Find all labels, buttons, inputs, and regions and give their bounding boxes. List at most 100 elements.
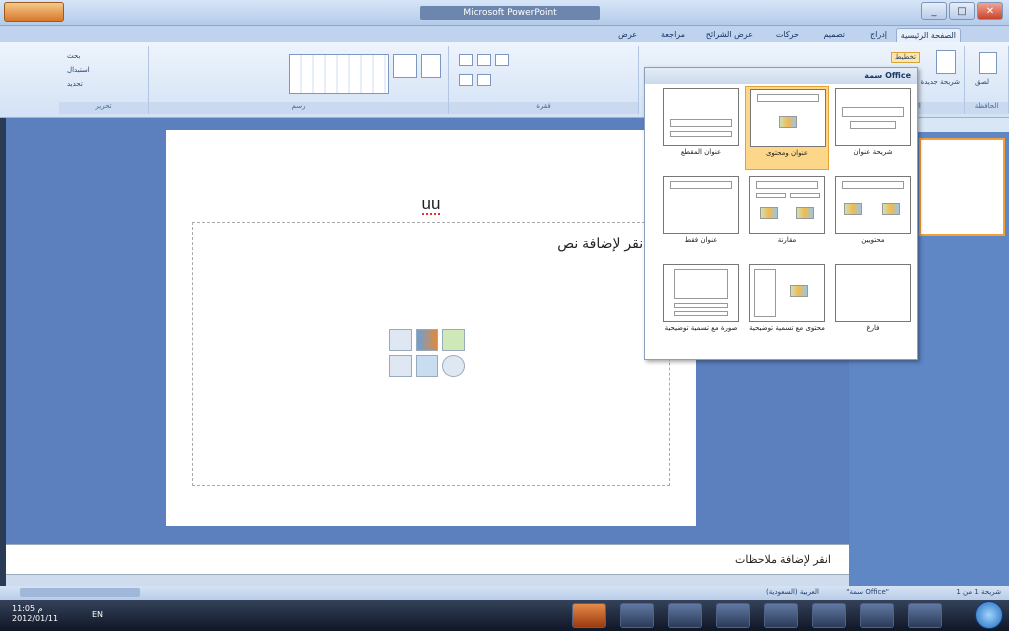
paragraph-group: فقرة: [449, 46, 639, 114]
layout-button[interactable]: تخطيط: [891, 52, 920, 63]
layout-label: صورة مع تسمية توضيحية: [664, 324, 738, 332]
layout-blank[interactable]: فارغ: [831, 262, 915, 346]
align-right-icon[interactable]: [495, 54, 509, 66]
slide-title[interactable]: uu: [166, 194, 696, 215]
layout-gallery: سمة Office شريحة عنوان عنوان ومحتوى عنوا…: [644, 67, 918, 360]
horizontal-scrollbar[interactable]: [6, 574, 849, 586]
status-slide-info: شريحة 1 من 1: [956, 588, 1001, 596]
taskbar-clock[interactable]: 11:05 م 2012/01/11: [12, 604, 58, 624]
paragraph-group-label: فقرة: [449, 102, 638, 114]
layout-content-caption[interactable]: محتوى مع تسمية توضيحية: [745, 262, 829, 346]
window-controls: _ □ ✕: [921, 2, 1003, 20]
layout-title-slide[interactable]: شريحة عنوان: [831, 86, 915, 170]
zoom-slider[interactable]: [20, 588, 140, 597]
numbering-icon[interactable]: [477, 74, 491, 86]
layout-comparison[interactable]: مقارنة: [745, 174, 829, 258]
window-title: Microsoft PowerPoint: [420, 6, 600, 20]
align-left-icon[interactable]: [459, 54, 473, 66]
taskbar-app-icon[interactable]: [668, 603, 702, 628]
layout-preview: [835, 264, 911, 322]
layout-label: محتوى مع تسمية توضيحية: [749, 324, 825, 332]
status-bar: العربية (السعودية) "سمة Office" شريحة 1 …: [0, 586, 1009, 600]
notes-pane[interactable]: انقر لإضافة ملاحظات: [6, 544, 849, 574]
paste-icon[interactable]: [979, 52, 997, 74]
new-slide-button[interactable]: شريحة جديدة: [921, 78, 960, 89]
start-button[interactable]: [975, 601, 1003, 629]
insert-content-icons: [389, 329, 465, 377]
language-indicator[interactable]: EN: [92, 610, 103, 619]
maximize-button[interactable]: □: [949, 2, 975, 20]
editing-group: بحث استبدال تحديد تحرير: [59, 46, 149, 114]
taskbar-app-icon[interactable]: [860, 603, 894, 628]
layout-label: شريحة عنوان: [853, 148, 893, 156]
minimize-button[interactable]: _: [921, 2, 947, 20]
layout-preview: [749, 264, 825, 322]
notes-placeholder: انقر لإضافة ملاحظات: [735, 554, 831, 566]
layout-title-only[interactable]: عنوان فقط: [659, 174, 743, 258]
tab-slideshow[interactable]: عرض الشرائح: [702, 28, 757, 42]
layout-preview: [663, 88, 739, 146]
layout-preview: [749, 176, 825, 234]
insert-picture-icon[interactable]: [389, 355, 412, 377]
close-button[interactable]: ✕: [977, 2, 1003, 20]
clock-time: 11:05 م: [12, 604, 43, 613]
tab-insert[interactable]: إدراج: [866, 28, 891, 42]
align-center-icon[interactable]: [477, 54, 491, 66]
slide-canvas[interactable]: uu انقر لإضافة نص: [166, 130, 696, 526]
status-theme: "سمة Office": [846, 588, 889, 596]
layout-picture-caption[interactable]: صورة مع تسمية توضيحية: [659, 262, 743, 346]
select-button[interactable]: تحديد: [67, 80, 83, 91]
slide-thumbnail[interactable]: [919, 138, 1005, 236]
editing-group-label: تحرير: [59, 102, 148, 114]
taskbar-browser-icon[interactable]: [908, 603, 942, 628]
layout-label: عنوان ومحتوى: [765, 149, 809, 157]
layout-preview: [835, 88, 911, 146]
tab-animations[interactable]: حركات: [772, 28, 803, 42]
office-button[interactable]: [4, 2, 64, 22]
insert-table-icon[interactable]: [389, 329, 412, 351]
insert-smartart-icon[interactable]: [442, 329, 465, 351]
replace-button[interactable]: استبدال: [67, 66, 90, 77]
title-bar: Microsoft PowerPoint _ □ ✕: [0, 0, 1009, 26]
gallery-header: سمة Office: [645, 68, 917, 84]
layout-label: عنوان المقطع: [680, 148, 722, 156]
clipboard-group-label: الحافظة: [965, 102, 1008, 114]
arrange-icon[interactable]: [393, 54, 417, 78]
insert-media-icon[interactable]: [442, 355, 465, 377]
taskbar-powerpoint-icon[interactable]: [572, 603, 606, 628]
tab-home[interactable]: الصفحة الرئيسية: [895, 28, 961, 42]
taskbar: 11:05 م 2012/01/11 EN: [0, 600, 1009, 631]
taskbar-app-icon[interactable]: [620, 603, 654, 628]
bullets-icon[interactable]: [459, 74, 473, 86]
insert-chart-icon[interactable]: [415, 329, 439, 351]
layout-preview: [835, 176, 911, 234]
taskbar-explorer-icon[interactable]: [716, 603, 750, 628]
tab-view[interactable]: عرض: [614, 28, 641, 42]
taskbar-app-icon[interactable]: [812, 603, 846, 628]
paste-button[interactable]: لصق: [975, 78, 989, 89]
layout-preview: [663, 176, 739, 234]
quick-styles-icon[interactable]: [421, 54, 441, 78]
status-language: العربية (السعودية): [766, 588, 819, 596]
layout-label: محتويين: [861, 236, 885, 244]
ribbon-tab-bar: الصفحة الرئيسية إدراج تصميم حركات عرض ال…: [0, 26, 1009, 42]
shapes-gallery-icon[interactable]: [289, 54, 389, 94]
new-slide-icon[interactable]: [936, 50, 956, 74]
taskbar-app-icon[interactable]: [764, 603, 798, 628]
slide-title-text: uu: [421, 194, 441, 215]
layout-label: فارغ: [866, 324, 880, 332]
layout-title-content[interactable]: عنوان ومحتوى: [745, 86, 829, 170]
layout-label: مقارنة: [777, 236, 797, 244]
layout-label: عنوان فقط: [684, 236, 718, 244]
tab-design[interactable]: تصميم: [819, 28, 849, 42]
layout-section-header[interactable]: عنوان المقطع: [659, 86, 743, 170]
drawing-group: رسم: [149, 46, 449, 114]
tab-review[interactable]: مراجعة: [657, 28, 689, 42]
layout-preview: [663, 264, 739, 322]
find-button[interactable]: بحث: [67, 52, 80, 63]
layout-two-content[interactable]: محتويين: [831, 174, 915, 258]
content-placeholder[interactable]: انقر لإضافة نص: [192, 222, 670, 486]
clipboard-group: لصق الحافظة: [965, 46, 1009, 114]
layout-preview: [750, 89, 826, 147]
insert-clipart-icon[interactable]: [415, 355, 439, 377]
